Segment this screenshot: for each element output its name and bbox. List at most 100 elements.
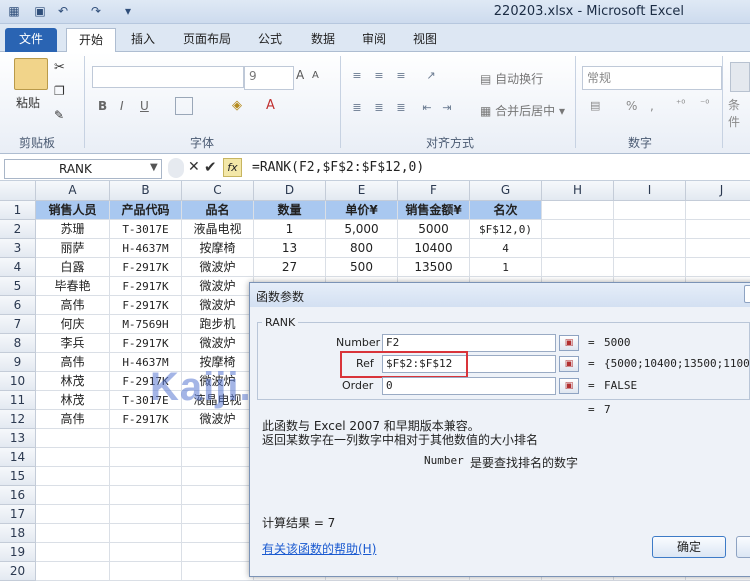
table-cell[interactable]: 27 <box>254 258 326 277</box>
italic-button[interactable]: I <box>120 99 124 113</box>
table-cell[interactable] <box>36 467 110 486</box>
table-cell[interactable]: 李兵 <box>36 334 110 353</box>
table-cell[interactable] <box>182 448 254 467</box>
align-top-icon[interactable]: ≡ <box>350 70 364 82</box>
row-header[interactable]: 6 <box>0 296 36 315</box>
table-cell[interactable]: 何庆 <box>36 315 110 334</box>
table-cell[interactable] <box>182 524 254 543</box>
row-header[interactable]: 16 <box>0 486 36 505</box>
row-header[interactable]: 7 <box>0 315 36 334</box>
insert-function-button[interactable]: fx <box>223 158 242 177</box>
tab-insert[interactable]: 插入 <box>122 28 164 52</box>
row-header[interactable]: 3 <box>0 239 36 258</box>
row-header[interactable]: 20 <box>0 562 36 581</box>
enter-icon[interactable]: ✔ <box>204 158 217 176</box>
row-header[interactable]: 1 <box>0 201 36 220</box>
table-cell[interactable]: 高伟 <box>36 296 110 315</box>
table-cell[interactable]: 跑步机 <box>182 315 254 334</box>
table-cell[interactable]: $F$12,0) <box>470 220 542 239</box>
number-collapse-icon[interactable]: ▣ <box>559 335 579 351</box>
table-cell[interactable]: 微波炉 <box>182 334 254 353</box>
table-cell[interactable] <box>542 239 614 258</box>
table-cell[interactable]: M-7569H <box>110 315 182 334</box>
cancel-button[interactable] <box>736 536 750 558</box>
table-cell[interactable] <box>36 505 110 524</box>
table-cell[interactable] <box>686 239 750 258</box>
name-box[interactable]: RANK <box>4 159 162 179</box>
dialog-close-button[interactable] <box>744 285 750 303</box>
row-header[interactable]: 12 <box>0 410 36 429</box>
column-header[interactable]: B <box>110 181 182 201</box>
table-cell[interactable] <box>182 467 254 486</box>
table-cell[interactable]: 高伟 <box>36 353 110 372</box>
tab-review[interactable]: 审阅 <box>354 28 394 52</box>
table-cell[interactable]: F-2917K <box>110 334 182 353</box>
row-header[interactable]: 9 <box>0 353 36 372</box>
font-color-icon[interactable]: A <box>266 98 275 113</box>
table-cell[interactable] <box>614 239 686 258</box>
table-cell[interactable] <box>36 524 110 543</box>
comma-button[interactable]: , <box>650 99 654 113</box>
font-name-combobox[interactable] <box>92 66 244 88</box>
column-header[interactable]: J <box>686 181 750 201</box>
table-cell[interactable]: 丽萨 <box>36 239 110 258</box>
row-header[interactable]: 13 <box>0 429 36 448</box>
percent-button[interactable]: % <box>626 99 637 113</box>
row-header[interactable]: 8 <box>0 334 36 353</box>
table-cell[interactable]: 500 <box>326 258 398 277</box>
table-cell[interactable] <box>110 467 182 486</box>
row-header[interactable]: 15 <box>0 467 36 486</box>
table-cell[interactable]: 林茂 <box>36 391 110 410</box>
table-cell[interactable] <box>110 448 182 467</box>
table-cell[interactable] <box>110 486 182 505</box>
format-painter-icon[interactable]: ✎ <box>54 108 64 122</box>
table-cell[interactable] <box>36 429 110 448</box>
conditional-format-icon[interactable] <box>730 62 750 92</box>
table-cell[interactable]: 微波炉 <box>182 296 254 315</box>
column-header[interactable]: H <box>542 181 614 201</box>
align-middle-icon[interactable]: ≡ <box>372 70 386 82</box>
align-bottom-icon[interactable]: ≡ <box>394 70 408 82</box>
table-cell[interactable]: H-4637M <box>110 239 182 258</box>
header-cell[interactable] <box>614 201 686 220</box>
cancel-icon[interactable]: ✕ <box>188 159 200 175</box>
table-cell[interactable] <box>182 429 254 448</box>
cut-icon[interactable]: ✂ <box>54 60 65 75</box>
header-cell[interactable]: 单价¥ <box>326 201 398 220</box>
table-cell[interactable]: 微波炉 <box>182 277 254 296</box>
row-header[interactable]: 18 <box>0 524 36 543</box>
table-cell[interactable] <box>182 562 254 581</box>
table-cell[interactable]: 高伟 <box>36 410 110 429</box>
table-cell[interactable] <box>182 486 254 505</box>
header-cell[interactable]: 名次 <box>470 201 542 220</box>
tab-data[interactable]: 数据 <box>303 28 343 52</box>
table-cell[interactable] <box>110 543 182 562</box>
number-input[interactable]: F2 <box>382 334 556 352</box>
table-cell[interactable]: 13 <box>254 239 326 258</box>
number-format-combobox[interactable]: 常规 <box>582 66 722 90</box>
table-cell[interactable] <box>614 258 686 277</box>
align-center-icon[interactable]: ≣ <box>372 102 386 114</box>
increase-indent-icon[interactable]: ⇥ <box>440 102 454 114</box>
table-cell[interactable] <box>36 486 110 505</box>
name-box-dropdown-icon[interactable]: ▼ <box>150 162 158 173</box>
order-collapse-icon[interactable]: ▣ <box>559 378 579 394</box>
fill-color-icon[interactable]: ◈ <box>232 98 242 113</box>
decrease-indent-icon[interactable]: ⇤ <box>420 102 434 114</box>
borders-icon[interactable] <box>175 97 193 115</box>
header-cell[interactable]: 产品代码 <box>110 201 182 220</box>
tab-page-layout[interactable]: 页面布局 <box>176 28 238 52</box>
table-cell[interactable]: 10400 <box>398 239 470 258</box>
font-size-combobox[interactable]: 9 <box>244 66 294 90</box>
tab-home[interactable]: 开始 <box>66 28 116 54</box>
column-header[interactable]: C <box>182 181 254 201</box>
select-all-corner[interactable] <box>0 181 36 201</box>
decrease-font-icon[interactable]: A <box>312 70 319 81</box>
table-cell[interactable]: 800 <box>326 239 398 258</box>
table-cell[interactable] <box>686 258 750 277</box>
table-cell[interactable]: 白露 <box>36 258 110 277</box>
header-cell[interactable] <box>686 201 750 220</box>
table-cell[interactable] <box>110 524 182 543</box>
table-cell[interactable] <box>542 220 614 239</box>
column-header[interactable]: F <box>398 181 470 201</box>
